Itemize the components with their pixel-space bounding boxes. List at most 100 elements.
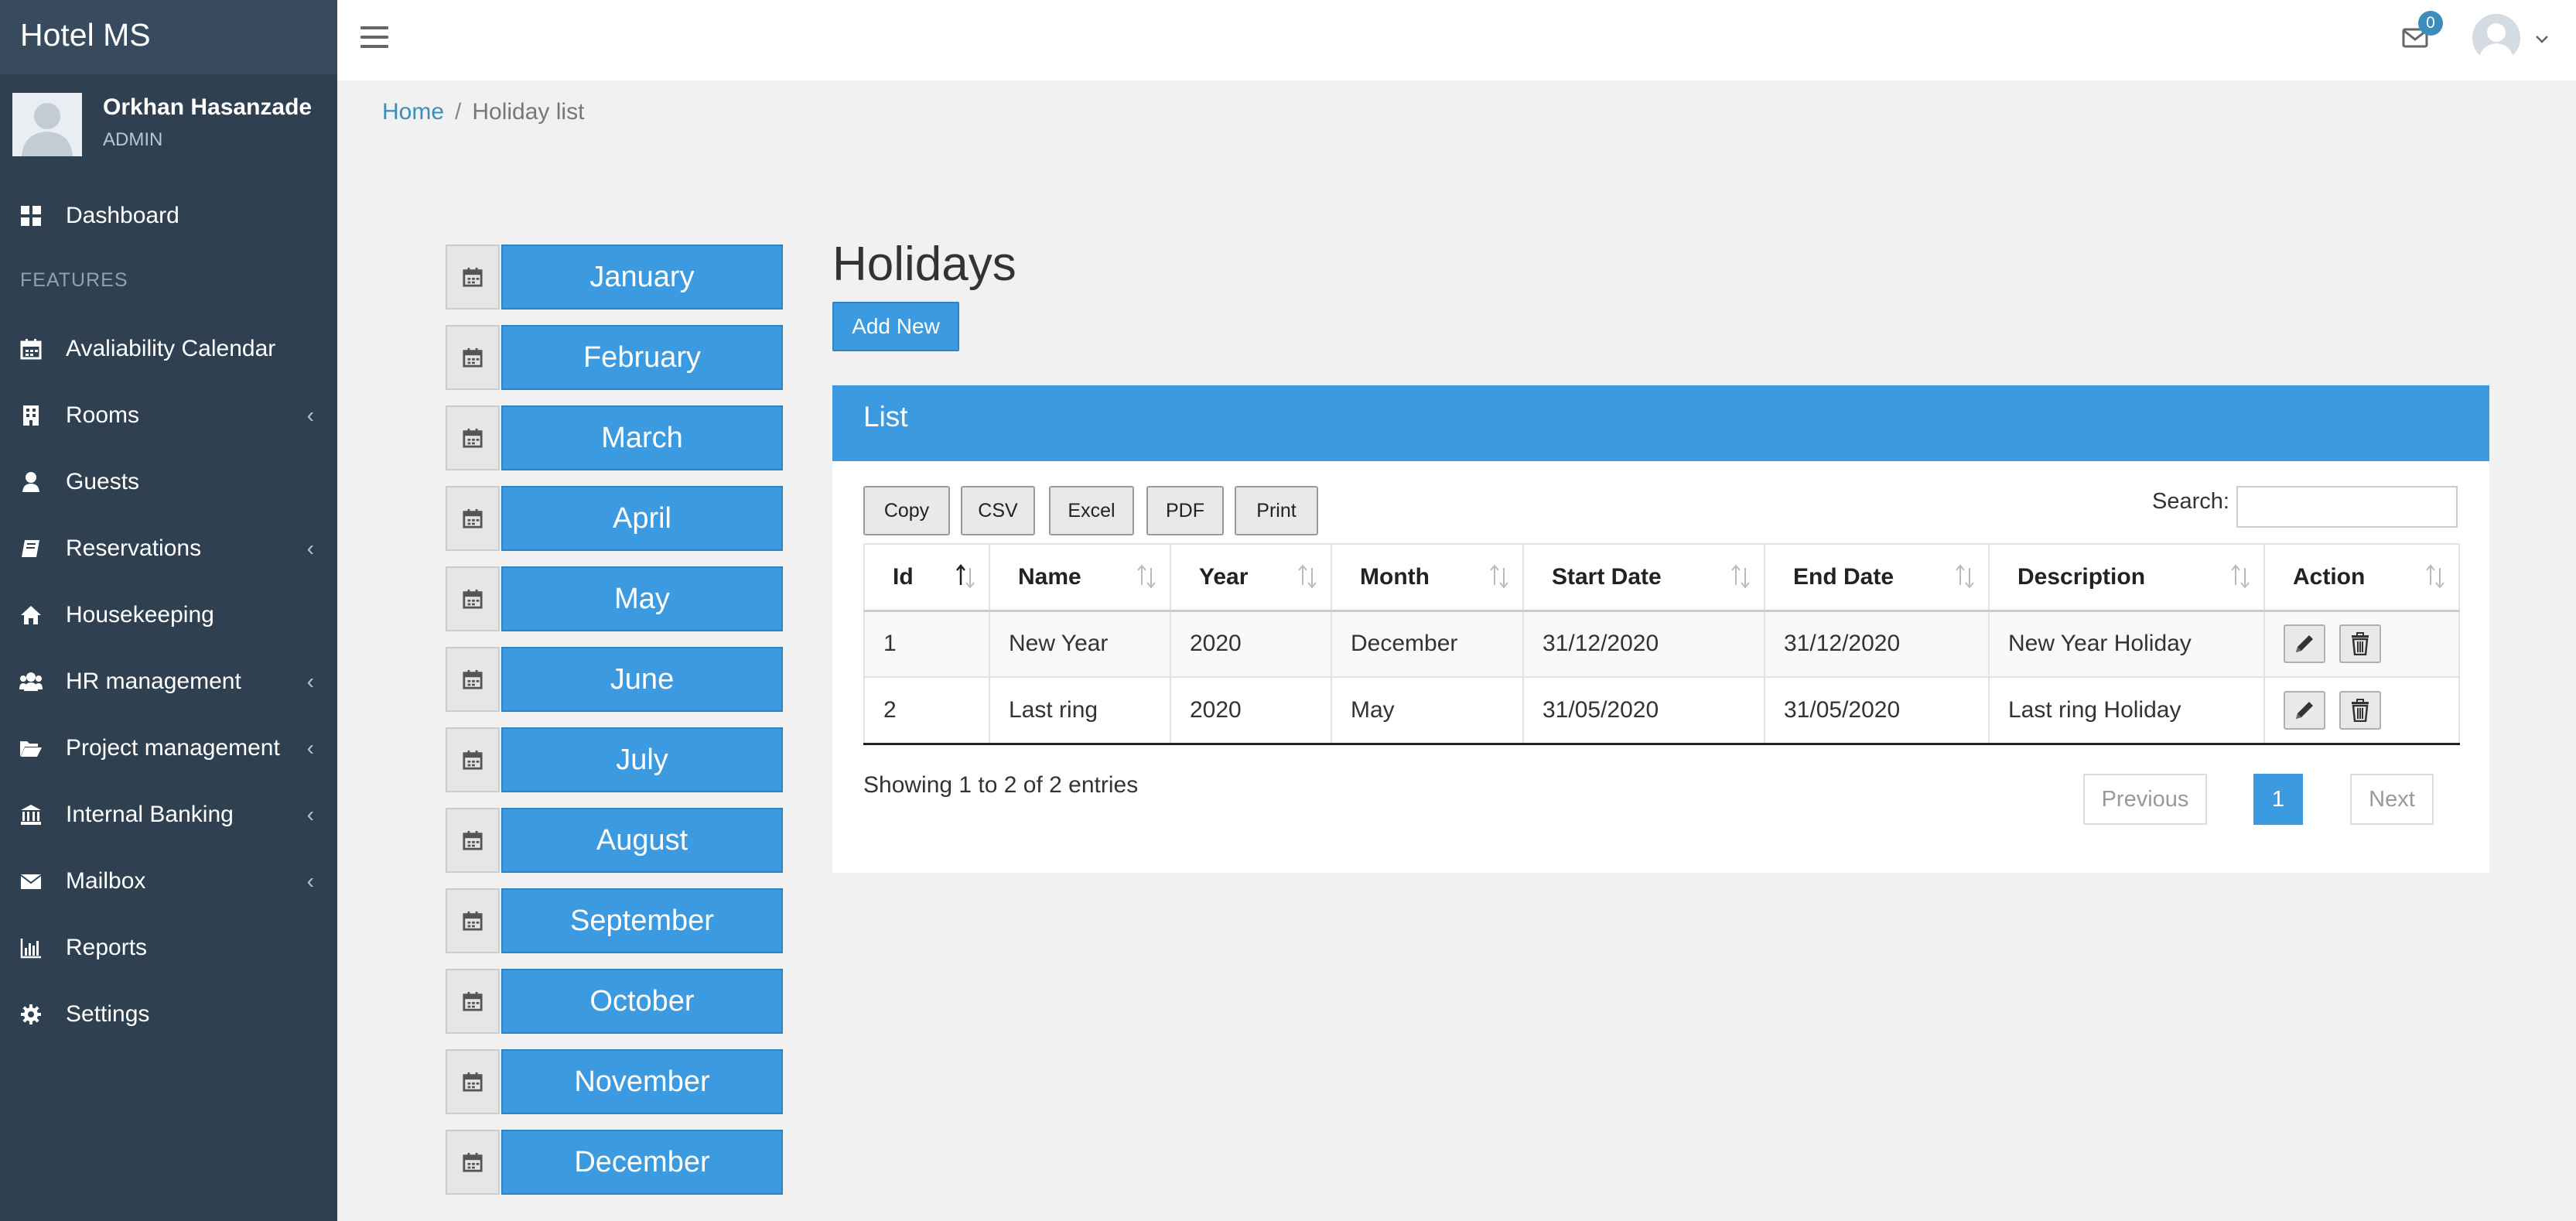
- calendar-icon[interactable]: [446, 245, 500, 310]
- column-header-start-date[interactable]: Start Date: [1522, 543, 1765, 612]
- csv-button[interactable]: CSV: [961, 486, 1035, 535]
- holidays-table: Id Name Year Month Start Date End Date Descrip…: [863, 543, 2460, 745]
- sidebar-item-reservations[interactable]: Reservations ‹: [0, 522, 337, 576]
- previous-page-button[interactable]: Previous: [2083, 774, 2207, 825]
- next-page-button[interactable]: Next: [2350, 774, 2434, 825]
- trash-icon[interactable]: [2339, 690, 2381, 730]
- calendar-icon[interactable]: [446, 888, 500, 953]
- month-button-january[interactable]: January: [501, 245, 783, 310]
- calendar-icon[interactable]: [446, 325, 500, 390]
- excel-button[interactable]: Excel: [1049, 486, 1134, 535]
- sidebar-item-guests[interactable]: Guests: [0, 455, 337, 509]
- table-row: 2 Last ring 2020 May 31/05/2020 31/05/2020 Las…: [863, 676, 2460, 745]
- sidebar-item-internal-banking[interactable]: Internal Banking ‹: [0, 788, 337, 842]
- sidebar-item-label: Project management: [66, 735, 280, 761]
- sort-icon: [1136, 563, 1157, 590]
- column-header-year[interactable]: Year: [1170, 543, 1332, 612]
- column-header-month[interactable]: Month: [1331, 543, 1524, 612]
- sidebar-item-housekeeping[interactable]: Housekeeping: [0, 588, 337, 642]
- sidebar-item-reports[interactable]: Reports: [0, 921, 337, 975]
- calendar-icon[interactable]: [446, 969, 500, 1034]
- user-menu-avatar[interactable]: [2472, 14, 2520, 62]
- chevron-left-icon: ‹: [306, 869, 314, 893]
- month-row: July: [446, 727, 783, 792]
- month-row: August: [446, 808, 783, 873]
- table-cell: Last ring: [989, 676, 1171, 745]
- month-button-april[interactable]: April: [501, 486, 783, 551]
- edit-icon[interactable]: [2284, 624, 2325, 664]
- menu-toggle-icon[interactable]: [360, 26, 388, 50]
- add-new-button[interactable]: Add New: [832, 302, 959, 351]
- month-button-february[interactable]: February: [501, 325, 783, 390]
- breadcrumb-home-link[interactable]: Home: [382, 99, 444, 125]
- sidebar-item-label: Housekeeping: [66, 602, 214, 628]
- column-header-action[interactable]: Action: [2263, 543, 2460, 612]
- month-row: November: [446, 1049, 783, 1114]
- sidebar-item-mailbox[interactable]: Mailbox ‹: [0, 854, 337, 908]
- search-input[interactable]: [2236, 486, 2458, 528]
- table-cell: 31/12/2020: [1522, 610, 1765, 678]
- pdf-button[interactable]: PDF: [1146, 486, 1224, 535]
- month-button-march[interactable]: March: [501, 405, 783, 470]
- sidebar-item-hr-management[interactable]: HR management ‹: [0, 655, 337, 709]
- month-button-august[interactable]: August: [501, 808, 783, 873]
- bank-icon: [19, 803, 43, 826]
- calendar-icon[interactable]: [446, 727, 500, 792]
- sidebar-item-label: Dashboard: [66, 203, 179, 228]
- user-name: Orkhan Hasanzade: [103, 94, 313, 120]
- calendar-icon[interactable]: [446, 808, 500, 873]
- print-button[interactable]: Print: [1235, 486, 1318, 535]
- table-cell: 2020: [1170, 676, 1332, 745]
- month-button-november[interactable]: November: [501, 1049, 783, 1114]
- edit-icon[interactable]: [2284, 690, 2325, 730]
- calendar-icon[interactable]: [446, 1130, 500, 1195]
- copy-button[interactable]: Copy: [863, 486, 950, 535]
- user-icon: [19, 470, 43, 494]
- sidebar-item-avaliability-calendar[interactable]: Avaliability Calendar: [0, 322, 337, 376]
- chevron-left-icon: ‹: [306, 802, 314, 826]
- table-cell: Last ring Holiday: [1988, 676, 2265, 745]
- calendar-icon[interactable]: [446, 405, 500, 470]
- month-button-october[interactable]: October: [501, 969, 783, 1034]
- sidebar: Hotel MS Orkhan Hasanzade ADMIN Dashboar…: [0, 0, 337, 1221]
- sidebar-item-project-management[interactable]: Project management ‹: [0, 721, 337, 775]
- month-row: September: [446, 888, 783, 953]
- column-header-description[interactable]: Description: [1988, 543, 2265, 612]
- breadcrumb: Home / Holiday list: [382, 99, 584, 125]
- month-row: May: [446, 566, 783, 631]
- column-header-id[interactable]: Id: [863, 543, 990, 612]
- mail-count-badge: 0: [2418, 11, 2443, 36]
- sort-icon: [1297, 563, 1318, 590]
- sort-icon: [1954, 563, 1976, 590]
- sort-icon: [2424, 563, 2446, 590]
- month-button-may[interactable]: May: [501, 566, 783, 631]
- calendar-icon[interactable]: [446, 647, 500, 712]
- column-header-end-date[interactable]: End Date: [1764, 543, 1990, 612]
- column-header-label: Start Date: [1552, 563, 1662, 590]
- sort-icon: [2229, 563, 2251, 590]
- month-button-june[interactable]: June: [501, 647, 783, 712]
- trash-icon[interactable]: [2339, 624, 2381, 664]
- sidebar-item-label: Guests: [66, 469, 140, 494]
- calendar-icon[interactable]: [446, 1049, 500, 1114]
- month-button-september[interactable]: September: [501, 888, 783, 953]
- sidebar-item-dashboard[interactable]: Dashboard: [0, 189, 337, 243]
- table-cell: New Year: [989, 610, 1171, 678]
- user-role: ADMIN: [103, 129, 163, 150]
- table-cell: 2: [863, 676, 990, 745]
- month-row: March: [446, 405, 783, 470]
- column-header-name[interactable]: Name: [989, 543, 1171, 612]
- column-header-label: Action: [2293, 563, 2366, 590]
- chevron-down-icon[interactable]: [2533, 29, 2551, 48]
- sort-icon: [955, 563, 976, 590]
- sidebar-item-rooms[interactable]: Rooms ‹: [0, 388, 337, 443]
- app-title[interactable]: Hotel MS: [0, 0, 337, 74]
- calendar-icon[interactable]: [446, 486, 500, 551]
- table-cell: New Year Holiday: [1988, 610, 2265, 678]
- page-1-button[interactable]: 1: [2253, 774, 2303, 825]
- month-button-december[interactable]: December: [501, 1130, 783, 1195]
- table-info: Showing 1 to 2 of 2 entries: [863, 772, 1139, 798]
- month-button-july[interactable]: July: [501, 727, 783, 792]
- sidebar-item-settings[interactable]: Settings: [0, 987, 337, 1041]
- calendar-icon[interactable]: [446, 566, 500, 631]
